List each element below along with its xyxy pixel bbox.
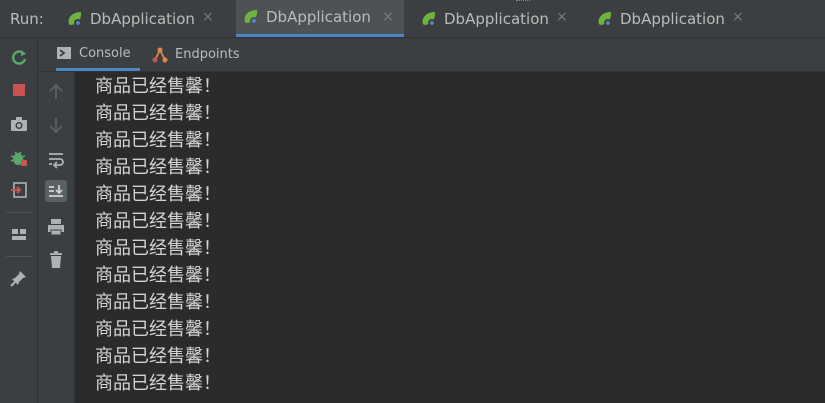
run-tool-window-header: Run: DbApplication × DbApplication × DbA… (0, 0, 825, 38)
close-icon[interactable]: × (382, 9, 394, 25)
run-tab-title: DbApplication (620, 9, 725, 28)
console-line: 商品已经售馨！ (95, 292, 221, 313)
tab-endpoints[interactable]: Endpoints (152, 38, 252, 71)
run-tab-3[interactable]: DbApplication × (414, 0, 578, 37)
scroll-to-end-icon[interactable] (45, 180, 67, 202)
rerun-icon[interactable] (9, 47, 29, 67)
console-line: 商品已经售馨！ (95, 346, 221, 367)
toolbar-separator (6, 256, 32, 257)
console-line: 商品已经售馨！ (95, 184, 221, 205)
tab-console[interactable]: Console (56, 38, 140, 71)
run-left-toolbar (0, 38, 38, 403)
console-line: 商品已经售馨！ (95, 76, 221, 97)
tab-endpoints-label: Endpoints (175, 47, 240, 62)
soft-wrap-icon[interactable] (45, 148, 67, 170)
close-icon[interactable]: × (556, 9, 568, 25)
restore-layout-icon[interactable] (9, 180, 29, 200)
console-tabs-bar: Console Endpoints (38, 38, 825, 72)
console-line: 商品已经售馨！ (95, 103, 221, 124)
screenshot-icon[interactable] (9, 114, 29, 134)
console-line: 商品已经售馨！ (95, 373, 221, 394)
console-icon (56, 45, 72, 61)
run-tab-4[interactable]: DbApplication × (590, 0, 754, 37)
spring-boot-icon (242, 8, 260, 26)
up-arrow-icon[interactable] (45, 81, 67, 103)
run-label: Run: (10, 10, 44, 28)
console-line: 商品已经售馨！ (95, 265, 221, 286)
run-tab-2[interactable]: DbApplication × (236, 0, 404, 37)
debug-icon[interactable] (9, 148, 29, 168)
console-output[interactable]: 商品已经售馨！ 商品已经售馨！ 商品已经售馨！ 商品已经售馨！ 商品已经售馨！ … (75, 72, 825, 403)
stop-icon[interactable] (9, 80, 29, 100)
run-tab-title: DbApplication (266, 8, 371, 26)
run-tab-title: DbApplication (444, 9, 549, 28)
console-line: 商品已经售馨！ (95, 157, 221, 178)
close-icon[interactable]: × (202, 9, 214, 25)
console-line: 商品已经售馨！ (95, 238, 221, 259)
layout-icon[interactable] (9, 224, 29, 244)
console-line: 商品已经售馨！ (95, 211, 221, 232)
console-toolbar (38, 72, 75, 403)
spring-boot-icon (420, 10, 438, 28)
spring-boot-icon (66, 10, 84, 28)
run-tab-1[interactable]: DbApplication × (60, 0, 224, 37)
pin-icon[interactable] (9, 268, 29, 288)
tab-console-label: Console (79, 45, 131, 61)
spring-boot-icon (596, 10, 614, 28)
console-line: 商品已经售馨！ (95, 130, 221, 151)
down-arrow-icon[interactable] (45, 114, 67, 136)
run-tab-title: DbApplication (90, 9, 195, 28)
endpoints-icon (152, 47, 168, 63)
trash-icon[interactable] (45, 249, 67, 271)
console-line: 商品已经售馨！ (95, 319, 221, 340)
print-icon[interactable] (45, 216, 67, 238)
close-icon[interactable]: × (732, 9, 744, 25)
toolbar-separator (6, 212, 32, 213)
